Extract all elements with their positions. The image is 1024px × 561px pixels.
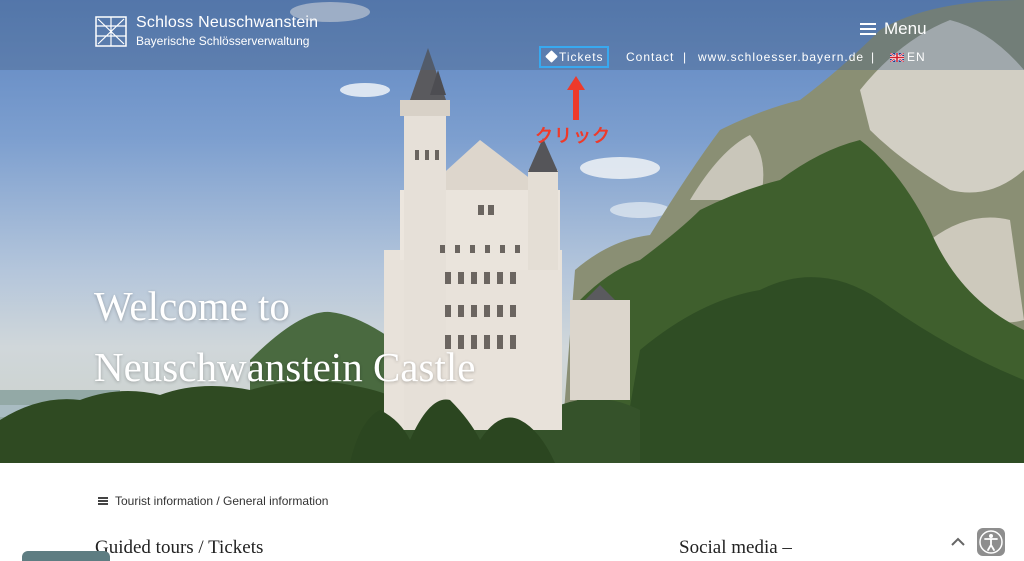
logo-subtitle[interactable]: Bayerische Schlösserverwaltung bbox=[136, 34, 309, 48]
section-heading-social: Social media – bbox=[679, 537, 792, 558]
nav-tickets-link[interactable]: Tickets bbox=[545, 50, 604, 64]
language-label: EN bbox=[907, 50, 926, 64]
nav-separator: | bbox=[871, 50, 876, 64]
nav-website-link[interactable]: www.schloesser.bayern.de bbox=[698, 50, 864, 64]
hamburger-icon bbox=[860, 23, 876, 35]
hero-title-line1: Welcome to bbox=[94, 283, 290, 329]
annotation-arrow-icon bbox=[567, 76, 585, 120]
bottom-tab[interactable] bbox=[22, 551, 110, 561]
hero-title-line2: Neuschwanstein Castle bbox=[94, 344, 476, 390]
menu-button[interactable]: Menu bbox=[860, 19, 927, 39]
logo-title[interactable]: Schloss Neuschwanstein bbox=[136, 14, 318, 32]
ticket-icon bbox=[545, 50, 558, 63]
section-heading-tours: Guided tours / Tickets bbox=[95, 537, 264, 558]
accessibility-button[interactable] bbox=[977, 528, 1005, 556]
chevron-up-icon[interactable] bbox=[950, 534, 966, 550]
hero-banner: Schloss Neuschwanstein Bayerische Schlös… bbox=[0, 0, 1024, 463]
breadcrumb[interactable]: Tourist information / General informatio… bbox=[98, 494, 328, 508]
menu-label: Menu bbox=[884, 19, 927, 38]
nav-separator: | bbox=[683, 50, 688, 64]
uk-flag-icon bbox=[890, 53, 904, 62]
accessibility-icon bbox=[979, 530, 1003, 554]
list-icon bbox=[98, 497, 108, 505]
breadcrumb-text: Tourist information / General informatio… bbox=[115, 494, 329, 508]
annotation-label: クリック bbox=[535, 126, 611, 147]
logo-icon[interactable] bbox=[95, 16, 127, 47]
nav-tickets-label: Tickets bbox=[559, 50, 604, 64]
hero-title: Welcome to Neuschwanstein Castle bbox=[94, 276, 475, 398]
nav-contact-link[interactable]: Contact bbox=[626, 50, 674, 64]
language-switcher[interactable]: EN bbox=[890, 50, 926, 64]
